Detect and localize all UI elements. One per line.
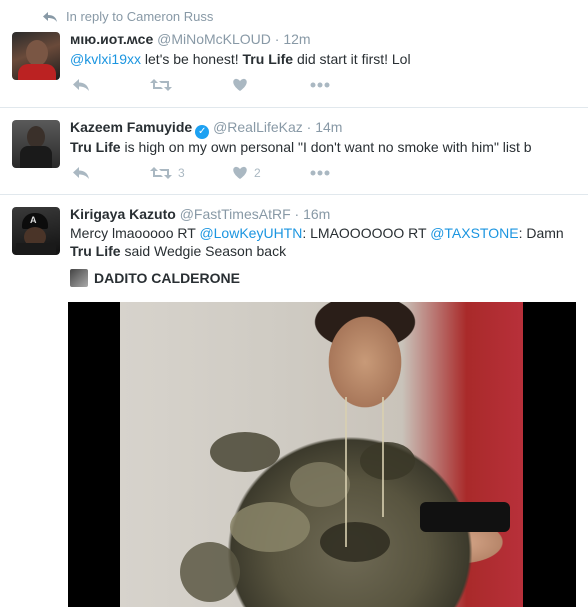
more-button[interactable] — [310, 82, 330, 88]
highlight-term: Tru Life — [242, 51, 294, 67]
display-name[interactable]: мιю.иoт.ʍce — [70, 31, 153, 47]
retweet-count: 3 — [178, 166, 185, 180]
heart-icon — [233, 78, 247, 91]
tweet-header: Kazeem Famuyide ✓ @RealLifeKaz · 14m — [70, 119, 342, 139]
source-avatar — [70, 269, 88, 287]
avatar[interactable] — [12, 120, 60, 168]
text-segment: let's be honest! — [141, 51, 243, 67]
retweet-icon — [150, 79, 172, 91]
text-segment: Mercy lmaooooo RT — [70, 225, 200, 241]
timestamp[interactable]: 16m — [303, 206, 330, 222]
highlight-term: Tru Life — [70, 139, 121, 155]
mention-link[interactable]: @LowKeyUHTN — [199, 225, 302, 241]
user-handle[interactable]: @RealLifeKaz — [213, 119, 303, 135]
more-button[interactable] — [310, 170, 330, 176]
heart-icon — [233, 166, 247, 179]
display-name[interactable]: Kazeem Famuyide — [70, 119, 192, 135]
tweet-text: @kvlxi19xx let's be honest! Tru Life did… — [70, 50, 570, 68]
reply-icon — [73, 79, 89, 91]
video-player[interactable] — [68, 302, 576, 607]
mention-link[interactable]: @TAXSTONE — [430, 225, 518, 241]
verified-badge-icon: ✓ — [195, 125, 210, 139]
display-name[interactable]: Kirigaya Kazuto — [70, 206, 176, 222]
like-button[interactable] — [232, 78, 254, 92]
reply-icon — [73, 167, 89, 179]
tweet[interactable]: Kazeem Famuyide ✓ @RealLifeKaz · 14m Tru … — [0, 108, 588, 194]
timestamp[interactable]: 14m — [315, 119, 342, 135]
like-count: 2 — [254, 166, 261, 180]
avatar[interactable] — [12, 32, 60, 80]
source-name: DADITO CALDERONE — [94, 270, 240, 286]
avatar[interactable]: A — [12, 207, 60, 255]
tweet-text: Mercy lmaooooo RT @LowKeyUHTN: LMAOOOOOO… — [70, 224, 570, 260]
text-segment: said Wedgie Season back — [120, 243, 287, 259]
retweet-button[interactable] — [150, 78, 178, 92]
user-handle[interactable]: @MiNoMcKLOUD — [157, 31, 271, 47]
tweet-text: Tru Life is high on my own personal "I d… — [70, 138, 570, 156]
text-segment: did start it first! Lol — [293, 51, 411, 67]
retweet-button[interactable]: 3 — [150, 166, 185, 180]
highlight-term: Tru Life — [70, 243, 121, 259]
retweet-icon — [150, 167, 172, 179]
more-icon — [310, 170, 330, 176]
like-button[interactable]: 2 — [232, 166, 261, 180]
mention-link[interactable]: @kvlxi19xx — [70, 51, 141, 67]
reply-button[interactable] — [72, 166, 90, 180]
text-segment: : LMAOOOOOO RT — [302, 225, 431, 241]
timestamp[interactable]: 12m — [283, 31, 310, 47]
video-frame — [120, 302, 523, 607]
text-segment: : Damn — [518, 225, 564, 241]
media-source[interactable]: DADITO CALDERONE — [70, 269, 240, 287]
reply-button[interactable] — [72, 78, 90, 92]
text-segment: is high on my own personal "I don't want… — [120, 139, 532, 155]
tweet-actions: 3 2 — [70, 166, 340, 186]
separator-dot: · — [306, 119, 312, 135]
separator-dot: · — [294, 206, 300, 222]
tweet-header: мιю.иoт.ʍce @MiNoMcKLOUD · 12m — [70, 31, 311, 47]
tweet-header: Kirigaya Kazuto @FastTimesAtRF · 16m — [70, 206, 330, 222]
separator-dot: · — [274, 31, 280, 47]
more-icon — [310, 82, 330, 88]
user-handle[interactable]: @FastTimesAtRF — [180, 206, 291, 222]
tweet[interactable]: мιю.иoт.ʍce @MiNoMcKLOUD · 12m @kvlxi19x… — [0, 0, 588, 107]
tweet-actions — [70, 78, 340, 98]
